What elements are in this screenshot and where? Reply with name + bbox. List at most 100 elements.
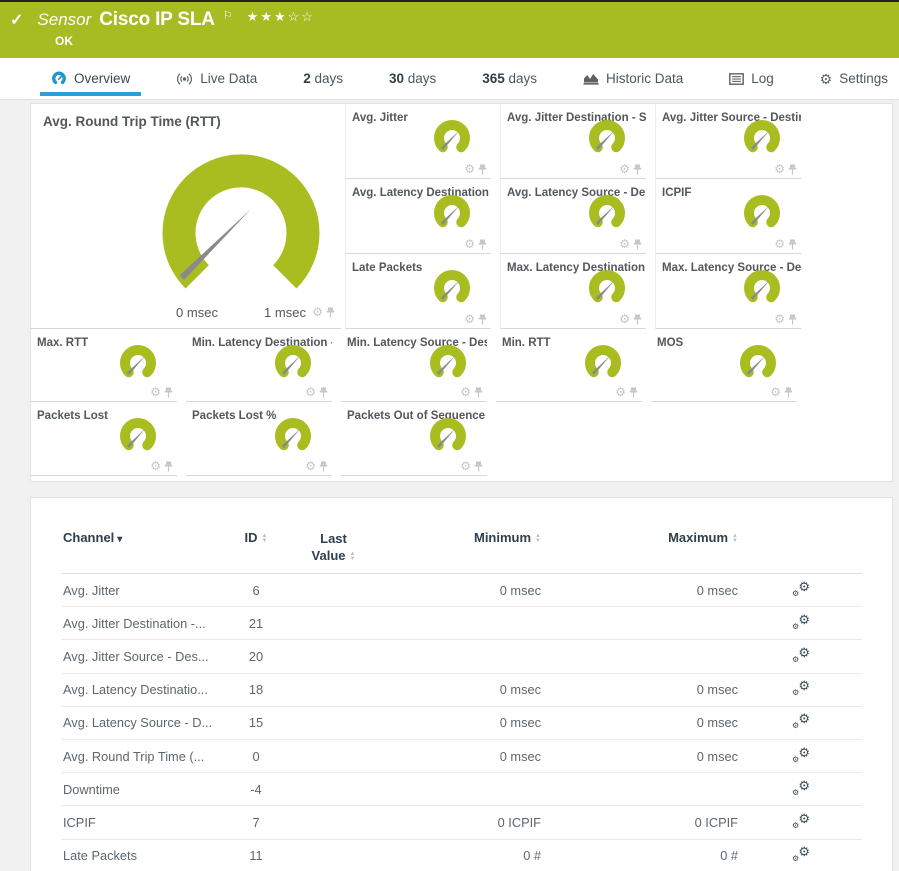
- gear-icon[interactable]: ⚙: [460, 461, 471, 472]
- column-header-last-value[interactable]: LastValue▲▼: [286, 530, 381, 564]
- gauge-dial: [738, 192, 786, 234]
- pin-icon[interactable]: [788, 239, 797, 250]
- pin-icon[interactable]: [474, 387, 483, 398]
- gauge-tile-packets-out-of-sequence[interactable]: Packets Out of Sequence⚙: [341, 402, 487, 476]
- priority-flag-icon[interactable]: ⚐: [223, 9, 233, 22]
- gear-icon[interactable]: ⚙: [305, 461, 316, 472]
- pin-icon[interactable]: [478, 239, 487, 250]
- star-rating[interactable]: ★★★☆☆: [247, 9, 315, 25]
- pin-icon[interactable]: [788, 314, 797, 325]
- gauge-tile-min-rtt[interactable]: Min. RTT⚙: [496, 329, 642, 402]
- tab-log[interactable]: Log: [726, 58, 777, 99]
- gauge-tile-icpif[interactable]: ICPIF⚙: [655, 179, 801, 254]
- pin-icon[interactable]: [788, 164, 797, 175]
- channel-name[interactable]: Avg. Jitter: [61, 583, 226, 598]
- channel-id: 20: [226, 649, 286, 664]
- gear-icon[interactable]: ⚙: [464, 239, 475, 250]
- edit-channel-gears-icon[interactable]: ⚙⚙: [792, 846, 810, 862]
- edit-channel-gears-icon[interactable]: ⚙⚙: [792, 713, 810, 729]
- pin-icon[interactable]: [319, 387, 328, 398]
- pin-icon[interactable]: [478, 314, 487, 325]
- edit-channel-gears-icon[interactable]: ⚙⚙: [792, 813, 810, 829]
- gear-icon[interactable]: ⚙: [464, 164, 475, 175]
- table-row-avg-jitter-destination: Avg. Jitter Destination -...21⚙⚙: [61, 607, 862, 640]
- gauge-tile-mos[interactable]: MOS⚙: [651, 329, 797, 402]
- tab-365-days[interactable]: 365 days: [479, 58, 540, 99]
- gauge-tile-avg-jitter-source-destination[interactable]: Avg. Jitter Source - Destination⚙: [655, 104, 801, 179]
- gear-icon[interactable]: ⚙: [615, 387, 626, 398]
- channel-name[interactable]: Downtime: [61, 782, 226, 797]
- gear-icon[interactable]: ⚙: [619, 164, 630, 175]
- gauge-tile-max-latency-source-destin[interactable]: Max. Latency Source - Destin...⚙: [655, 254, 801, 329]
- channel-name[interactable]: Avg. Jitter Source - Des...: [61, 649, 226, 664]
- gear-icon[interactable]: ⚙: [619, 314, 630, 325]
- pin-icon[interactable]: [633, 314, 642, 325]
- gauge-grid-top: Avg. Jitter⚙Avg. Jitter Destination - So…: [345, 104, 810, 329]
- column-header-maximum[interactable]: Maximum▲▼: [541, 530, 738, 545]
- gear-icon[interactable]: ⚙: [305, 387, 316, 398]
- channel-id: -4: [226, 782, 286, 797]
- pin-icon[interactable]: [784, 387, 793, 398]
- edit-channel-gears-icon[interactable]: ⚙⚙: [792, 680, 810, 696]
- channel-name[interactable]: Avg. Jitter Destination -...: [61, 616, 226, 631]
- pin-icon[interactable]: [164, 387, 173, 398]
- tab-live-data[interactable]: Live Data: [173, 58, 260, 99]
- column-header-channel[interactable]: Channel▾: [61, 530, 226, 545]
- edit-channel-gears-icon[interactable]: ⚙⚙: [792, 747, 810, 763]
- gauge-tile-avg-latency-destination-so[interactable]: Avg. Latency Destination - So...⚙: [345, 179, 491, 254]
- gauge-tile-min-latency-source-destina[interactable]: Min. Latency Source - Destina...⚙: [341, 329, 487, 402]
- gauge-tile-avg-jitter[interactable]: Avg. Jitter⚙: [345, 104, 491, 179]
- channel-name[interactable]: ICPIF: [61, 815, 226, 830]
- gauge-title: Avg. Round Trip Time (RTT): [31, 104, 341, 129]
- gauge-dial: [114, 415, 162, 457]
- gauge-dial: [269, 415, 317, 457]
- pin-icon[interactable]: [164, 461, 173, 472]
- tab-2-days[interactable]: 2 days: [300, 58, 346, 99]
- gear-icon[interactable]: ⚙: [312, 307, 323, 318]
- pin-icon[interactable]: [629, 387, 638, 398]
- gear-icon[interactable]: ⚙: [460, 387, 471, 398]
- gear-icon[interactable]: ⚙: [150, 387, 161, 398]
- gauge-tile-avg-latency-source-destin[interactable]: Avg. Latency Source - Destin...⚙: [500, 179, 646, 254]
- gauge-tile-packets-lost[interactable]: Packets Lost⚙: [31, 402, 177, 476]
- gear-icon[interactable]: ⚙: [150, 461, 161, 472]
- gear-icon[interactable]: ⚙: [464, 314, 475, 325]
- gear-icon[interactable]: ⚙: [774, 239, 785, 250]
- tab-overview[interactable]: Overview: [48, 58, 133, 99]
- gauge-tile-late-packets[interactable]: Late Packets⚙: [345, 254, 491, 329]
- edit-channel-gears-icon[interactable]: ⚙⚙: [792, 780, 810, 796]
- channel-name[interactable]: Avg. Latency Destinatio...: [61, 682, 226, 697]
- channel-maximum: 0 #: [541, 848, 738, 863]
- gauge-tile-max-latency-destination-so[interactable]: Max. Latency Destination - So...⚙: [500, 254, 646, 329]
- pin-icon[interactable]: [633, 164, 642, 175]
- gauge-tile-packets-lost[interactable]: Packets Lost %⚙: [186, 402, 332, 476]
- gear-icon[interactable]: ⚙: [770, 387, 781, 398]
- channel-name[interactable]: Late Packets: [61, 848, 226, 863]
- pin-icon[interactable]: [478, 164, 487, 175]
- channel-name[interactable]: Avg. Latency Source - D...: [61, 715, 226, 730]
- gear-icon[interactable]: ⚙: [619, 239, 630, 250]
- pin-icon[interactable]: [319, 461, 328, 472]
- edit-channel-gears-icon[interactable]: ⚙⚙: [792, 614, 810, 630]
- gear-icon[interactable]: ⚙: [774, 314, 785, 325]
- gauge-tile-max-rtt[interactable]: Max. RTT⚙: [31, 329, 177, 402]
- gauge-dial: [269, 342, 317, 384]
- edit-channel-gears-icon[interactable]: ⚙⚙: [792, 647, 810, 663]
- gauge-tile-avg-jitter-destination-source[interactable]: Avg. Jitter Destination - Source⚙: [500, 104, 646, 179]
- gauges-card: Avg. Round Trip Time (RTT) 0 msec 1 msec…: [30, 103, 893, 482]
- column-header-minimum[interactable]: Minimum▲▼: [381, 530, 541, 545]
- edit-channel-gears-icon[interactable]: ⚙⚙: [792, 581, 810, 597]
- pin-icon[interactable]: [326, 307, 335, 318]
- gauge-tile-avg-round-trip-time[interactable]: Avg. Round Trip Time (RTT) 0 msec 1 msec…: [31, 104, 341, 329]
- channel-minimum: 0 msec: [381, 583, 541, 598]
- tab-30-days[interactable]: 30 days: [386, 58, 439, 99]
- tab-settings[interactable]: ⚙Settings: [817, 58, 891, 99]
- column-header-id[interactable]: ID▲▼: [226, 530, 286, 545]
- pin-icon[interactable]: [633, 239, 642, 250]
- channel-id: 6: [226, 583, 286, 598]
- gear-icon[interactable]: ⚙: [774, 164, 785, 175]
- channel-name[interactable]: Avg. Round Trip Time (...: [61, 749, 226, 764]
- tab-historic-data[interactable]: Historic Data: [580, 58, 686, 99]
- pin-icon[interactable]: [474, 461, 483, 472]
- gauge-tile-min-latency-destination-so[interactable]: Min. Latency Destination - So...⚙: [186, 329, 332, 402]
